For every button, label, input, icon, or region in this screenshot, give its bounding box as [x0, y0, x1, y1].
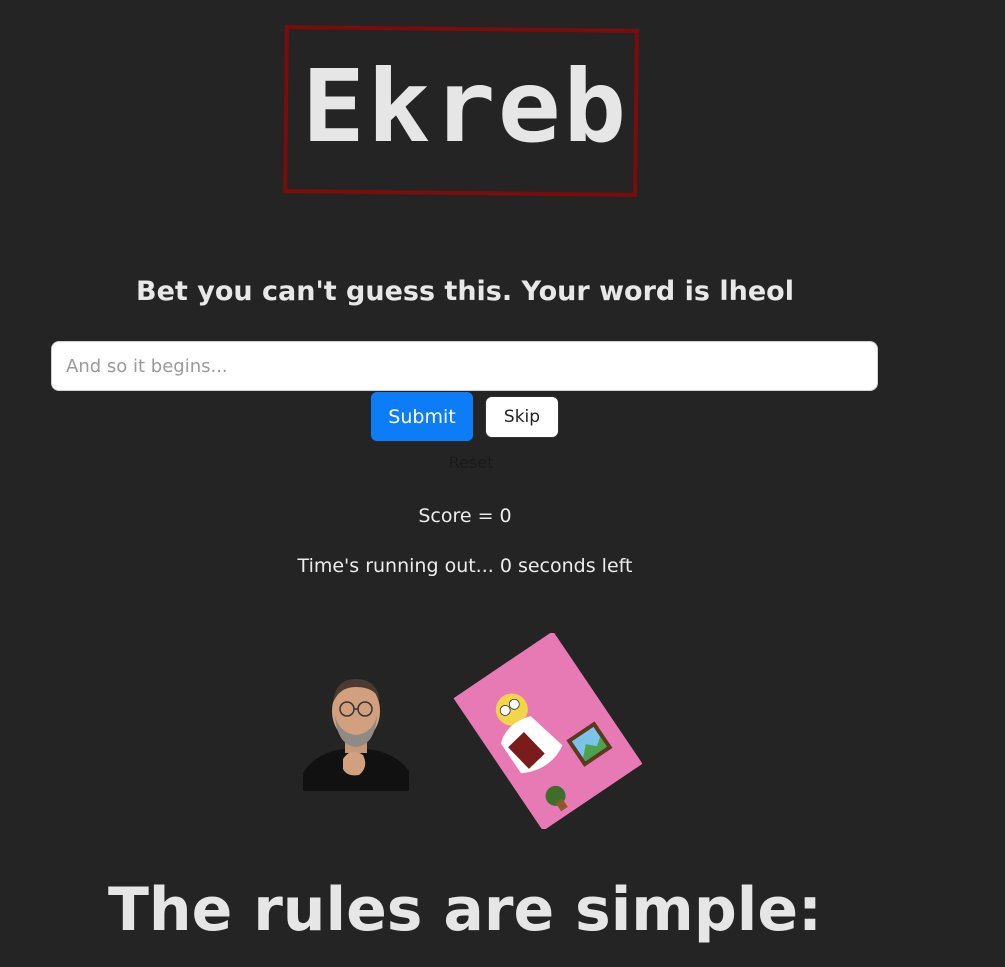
page: Ekreb Bet you can't guess this. Your wor…	[0, 0, 1005, 967]
person-photo	[303, 671, 409, 791]
timer-text: Time's running out... 0 seconds left	[297, 555, 633, 577]
submit-button[interactable]: Submit	[371, 392, 473, 441]
cartoon-card-photo	[452, 633, 642, 829]
rules-heading: The rules are simple:	[107, 875, 823, 945]
word-prompt: Bet you can't guess this. Your word is l…	[136, 276, 794, 307]
score-text: Score = 0	[418, 505, 512, 527]
reset-button[interactable]: Reset	[430, 450, 512, 474]
logo: Ekreb	[301, 48, 629, 165]
skip-button[interactable]: Skip	[485, 396, 559, 438]
guess-input[interactable]	[51, 341, 878, 391]
